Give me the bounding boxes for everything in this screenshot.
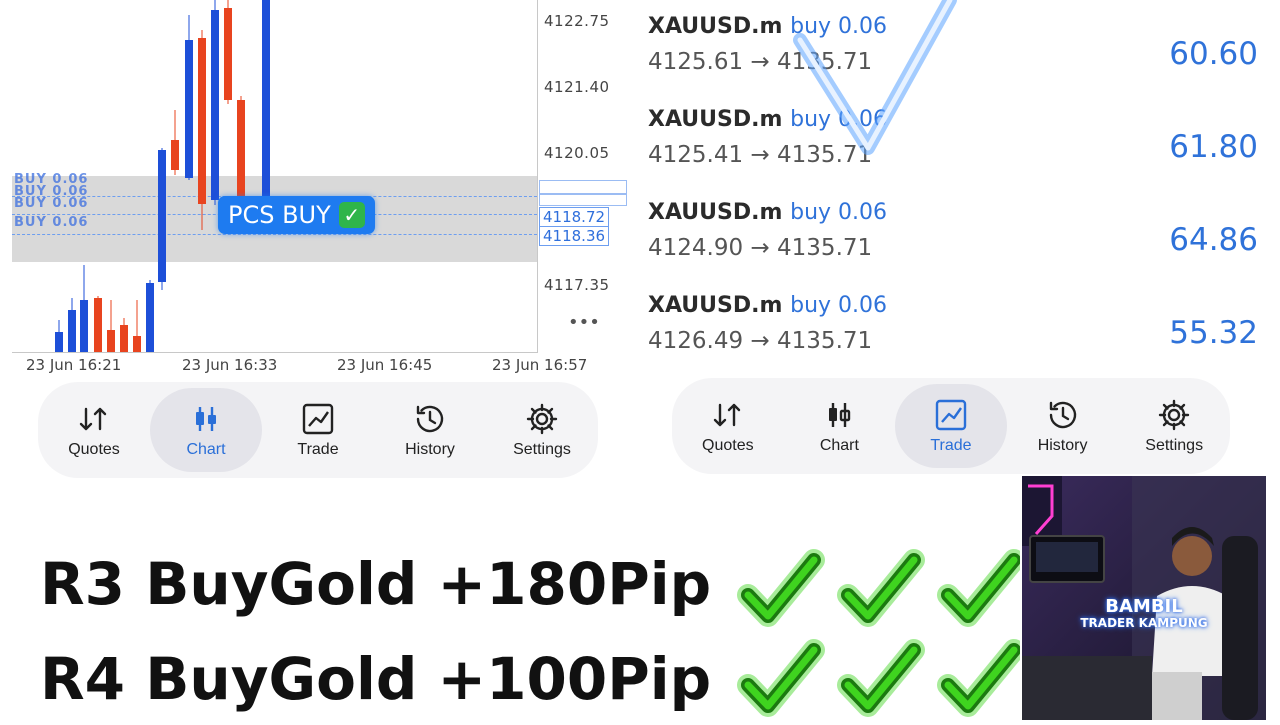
trade-icon: [935, 399, 967, 431]
checkmark-group: [730, 540, 1025, 720]
price-tick: 4122.75: [544, 12, 610, 30]
candle-body: [262, 0, 270, 196]
time-tick: 23 Jun 16:45: [337, 356, 433, 374]
nav-tab-history[interactable]: History: [374, 388, 486, 472]
trade-direction: buy 0.06: [790, 200, 888, 225]
candle-body: [68, 310, 76, 352]
nav-tab-history[interactable]: History: [1007, 384, 1119, 468]
time-tick: 23 Jun 16:21: [26, 356, 122, 374]
candle-body: [120, 325, 128, 352]
headline-r4: R4 BuyGold +100Pip: [40, 645, 712, 713]
bottom-nav-left: Quotes Chart Trade History Settings: [38, 382, 598, 478]
trade-symbol: XAUUSD.m: [648, 293, 783, 318]
chart-canvas[interactable]: BUY 0.06 BUY 0.06 BUY 0.06 BUY 0.06 PCS …: [12, 0, 538, 353]
trade-profit: 55.32: [1169, 315, 1258, 351]
arrow-right-icon: →: [750, 235, 770, 261]
nav-label: Settings: [1145, 437, 1204, 454]
candle-body: [55, 332, 63, 352]
nav-tab-chart[interactable]: Chart: [150, 388, 262, 472]
trade-profit: 60.60: [1169, 36, 1258, 72]
trade-open-price: 4125.41: [648, 142, 744, 168]
trade-close-price: 4135.71: [777, 328, 873, 354]
gear-icon: [1158, 399, 1190, 431]
candle-body: [171, 140, 179, 170]
streamer-subtitle: TRADER KAMPUNG: [1080, 616, 1208, 630]
trade-symbol: XAUUSD.m: [648, 200, 783, 225]
nav-tab-settings[interactable]: Settings: [1118, 384, 1230, 468]
price-tag-stack: [539, 194, 627, 206]
candle-body: [237, 100, 245, 196]
streamer-thumbnail: BAMBIL TRADER KAMPUNG: [1022, 476, 1266, 720]
nav-label: History: [1037, 437, 1088, 454]
checkmarks-svg: [737, 549, 1025, 717]
candlestick-series: [55, 0, 270, 352]
chart-panel[interactable]: BUY 0.06 BUY 0.06 BUY 0.06 BUY 0.06 PCS …: [12, 0, 638, 378]
nav-label: Chart: [819, 437, 859, 454]
chart-candles-icon: [829, 403, 851, 427]
nav-label: History: [405, 441, 455, 458]
time-tick: 23 Jun 16:33: [182, 356, 278, 374]
candle-body: [158, 150, 166, 282]
trade-symbol: XAUUSD.m: [648, 107, 783, 132]
trade-open-price: 4126.49: [648, 328, 744, 354]
trade-profit: 64.86: [1169, 222, 1258, 258]
candle-body: [146, 283, 154, 352]
signal-badge: PCS BUY ✓: [218, 196, 375, 234]
gear-icon: [526, 403, 558, 435]
nav-tab-settings[interactable]: Settings: [486, 388, 598, 472]
price-tick: 4121.40: [544, 78, 610, 96]
history-icon: [1049, 401, 1076, 429]
nav-label: Trade: [930, 437, 972, 454]
nav-tab-quotes[interactable]: Quotes: [38, 388, 150, 472]
candle-body: [107, 330, 115, 352]
trade-row[interactable]: XAUUSD.m buy 0.06 4124.90 → 4135.71 64.8…: [648, 200, 1258, 292]
trade-profit: 61.80: [1169, 129, 1258, 165]
chart-candles-icon: [196, 407, 216, 431]
glow-check-icon: [793, 0, 957, 155]
arrow-right-icon: →: [750, 142, 770, 168]
nav-label: Settings: [513, 441, 571, 458]
price-tick: 4117.35: [544, 276, 610, 294]
candle-body: [185, 40, 193, 178]
nav-label: Quotes: [702, 437, 754, 454]
nav-tab-quotes[interactable]: Quotes: [672, 384, 784, 468]
candle-body: [94, 298, 102, 352]
price-tag-stack: [539, 180, 627, 194]
trade-open-price: 4124.90: [648, 235, 744, 261]
quotes-icon: [713, 403, 740, 427]
price-tag: 4118.72: [539, 207, 610, 227]
trade-row[interactable]: XAUUSD.m buy 0.06 4126.49 → 4135.71 55.3…: [648, 293, 1258, 385]
arrow-right-icon: →: [750, 49, 770, 75]
time-tick: 23 Jun 16:57: [492, 356, 588, 374]
more-options-icon[interactable]: •••: [568, 312, 600, 333]
quotes-icon: [79, 407, 107, 431]
check-mark-icon: ✓: [338, 202, 365, 228]
arrow-right-icon: →: [750, 328, 770, 354]
history-icon: [416, 405, 444, 433]
candle-body: [224, 8, 232, 100]
candle-body: [211, 10, 219, 200]
candle-body: [198, 38, 206, 204]
trade-close-price: 4135.71: [777, 235, 873, 261]
nav-label: Chart: [186, 441, 226, 458]
trade-open-price: 4125.61: [648, 49, 744, 75]
candle-body: [133, 336, 141, 352]
headline-r3: R3 BuyGold +180Pip: [40, 550, 712, 618]
streamer-name: BAMBIL: [1105, 596, 1183, 617]
trade-icon: [302, 403, 334, 435]
price-tag: 4118.36: [539, 226, 610, 246]
nav-tab-trade[interactable]: Trade: [262, 388, 374, 472]
nav-label: Trade: [297, 441, 339, 458]
trade-symbol: XAUUSD.m: [648, 14, 783, 39]
nav-label: Quotes: [68, 441, 120, 458]
signal-badge-label: PCS BUY: [228, 201, 331, 229]
nav-tab-trade[interactable]: Trade: [895, 384, 1007, 468]
price-tick: 4120.05: [544, 144, 610, 162]
trade-direction: buy 0.06: [790, 293, 888, 318]
candle-body: [80, 300, 88, 352]
nav-tab-chart[interactable]: Chart: [784, 384, 896, 468]
bottom-nav-right: Quotes Chart Trade History Settings: [672, 378, 1230, 474]
